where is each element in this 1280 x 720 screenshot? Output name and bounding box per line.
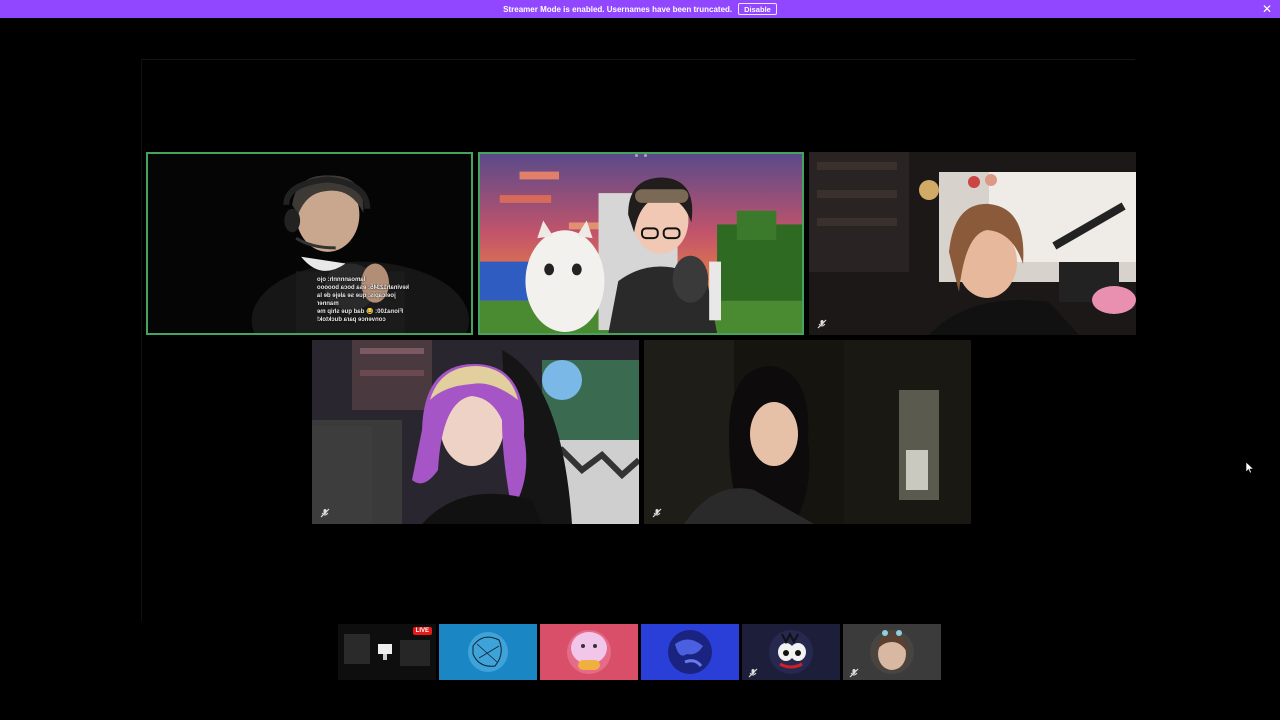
video-tile-1[interactable]: lamoannnnh: ojo kevinah12345: esa boca b… <box>146 152 473 335</box>
participant-avatar-1[interactable] <box>439 624 537 680</box>
video-tile-2[interactable] <box>478 152 804 335</box>
participant-video-2 <box>480 154 802 333</box>
screen-share-thumbnail[interactable]: LIVE <box>338 624 436 680</box>
microphone-muted-icon <box>817 319 827 329</box>
participant-avatar-4[interactable] <box>742 624 840 680</box>
live-badge: LIVE <box>412 627 432 635</box>
camera-drag-handle[interactable] <box>635 154 647 158</box>
microphone-muted-icon <box>849 665 859 678</box>
participant-avatar-2[interactable] <box>540 624 638 680</box>
chat-line: lamoannnnh: ojo <box>317 277 366 283</box>
microphone-muted-icon <box>748 665 758 678</box>
microphone-muted-icon <box>320 508 330 518</box>
video-tile-4[interactable] <box>312 340 639 524</box>
video-tile-3[interactable] <box>809 152 1136 335</box>
video-tile-5[interactable] <box>644 340 971 524</box>
chat-line: convence para ducktok! <box>317 317 386 323</box>
microphone-muted-icon <box>652 508 662 518</box>
chat-line: manner <box>317 301 339 307</box>
mouse-cursor-icon <box>1246 462 1254 474</box>
chat-overlay: lamoannnnh: ojo kevinah12345: esa boca b… <box>317 276 413 324</box>
participant-video-5 <box>644 340 971 524</box>
streamer-mode-message: Streamer Mode is enabled. Usernames have… <box>503 4 733 14</box>
chat-line: Fiona100: 😂 dad que ship me <box>317 309 404 315</box>
disable-streamer-mode-button[interactable]: Disable <box>738 3 777 15</box>
participant-video-1 <box>148 154 471 333</box>
participant-avatar-3[interactable] <box>641 624 739 680</box>
chat-line: kevinah12345: esa boca booooo <box>317 285 410 291</box>
streamer-mode-banner: Streamer Mode is enabled. Usernames have… <box>0 0 1280 18</box>
chat-line: joelcapis: que se aleje de la <box>317 293 396 299</box>
participant-avatar-5[interactable] <box>843 624 941 680</box>
close-icon[interactable]: ✕ <box>1262 2 1272 16</box>
participant-video-3 <box>809 152 1136 335</box>
participant-strip: LIVE <box>338 624 941 680</box>
participant-video-4 <box>312 340 639 524</box>
